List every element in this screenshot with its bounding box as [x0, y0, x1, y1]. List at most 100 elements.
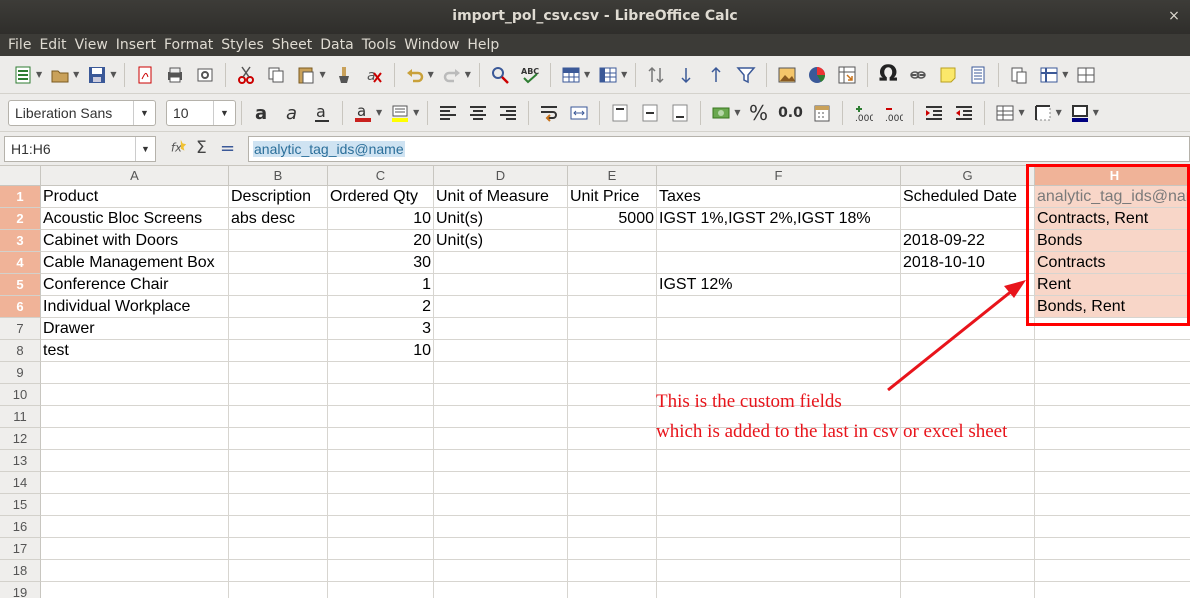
- redo-icon[interactable]: [439, 62, 465, 88]
- decrease-indent-icon[interactable]: [951, 100, 977, 126]
- formula-input[interactable]: analytic_tag_ids@name: [248, 136, 1190, 162]
- cell-a10[interactable]: [41, 384, 229, 406]
- column-header-e[interactable]: E: [568, 166, 657, 186]
- export-pdf-icon[interactable]: [132, 62, 158, 88]
- date-format-icon[interactable]: [809, 100, 835, 126]
- cell-g17[interactable]: [901, 538, 1035, 560]
- find-replace-icon[interactable]: [487, 62, 513, 88]
- cell-e6[interactable]: [568, 296, 657, 318]
- chevron-down-icon[interactable]: ▼: [376, 108, 382, 117]
- cell-f7[interactable]: [657, 318, 901, 340]
- row-header[interactable]: 2: [0, 208, 41, 230]
- cell-b2[interactable]: abs desc: [229, 208, 328, 230]
- cell-c3[interactable]: 20: [328, 230, 434, 252]
- cell-b12[interactable]: [229, 428, 328, 450]
- cell-b16[interactable]: [229, 516, 328, 538]
- cell-a1[interactable]: Product: [41, 186, 229, 208]
- cell-g14[interactable]: [901, 472, 1035, 494]
- cell-g13[interactable]: [901, 450, 1035, 472]
- cell-b15[interactable]: [229, 494, 328, 516]
- chevron-down-icon[interactable]: ▼: [413, 108, 419, 117]
- cell-f5[interactable]: IGST 12%: [657, 274, 901, 296]
- cell-d14[interactable]: [434, 472, 568, 494]
- formula-icon[interactable]: =: [220, 138, 235, 159]
- align-right-icon[interactable]: [495, 100, 521, 126]
- cell-c9[interactable]: [328, 362, 434, 384]
- cell-b18[interactable]: [229, 560, 328, 582]
- align-center-icon[interactable]: [465, 100, 491, 126]
- cell-c5[interactable]: 1: [328, 274, 434, 296]
- chevron-down-icon[interactable]: ▼: [110, 70, 116, 79]
- chevron-down-icon[interactable]: ▼: [73, 70, 79, 79]
- align-bottom-icon[interactable]: [667, 100, 693, 126]
- row-header[interactable]: 4: [0, 252, 41, 274]
- cell-g15[interactable]: [901, 494, 1035, 516]
- cell-b7[interactable]: [229, 318, 328, 340]
- cell-c1[interactable]: Ordered Qty: [328, 186, 434, 208]
- menu-insert[interactable]: Insert: [112, 34, 160, 56]
- cell-b17[interactable]: [229, 538, 328, 560]
- cell-h10[interactable]: [1035, 384, 1190, 406]
- chevron-down-icon[interactable]: ▼: [465, 70, 471, 79]
- cell-d15[interactable]: [434, 494, 568, 516]
- cell-f17[interactable]: [657, 538, 901, 560]
- menu-tools[interactable]: Tools: [358, 34, 401, 56]
- chevron-down-icon[interactable]: ▼: [1062, 70, 1068, 79]
- menu-format[interactable]: Format: [160, 34, 217, 56]
- autofilter-icon[interactable]: [733, 62, 759, 88]
- cell-d5[interactable]: [434, 274, 568, 296]
- row-header[interactable]: 3: [0, 230, 41, 252]
- cell-e19[interactable]: [568, 582, 657, 598]
- row-header[interactable]: 17: [0, 538, 41, 560]
- define-print-area-icon[interactable]: [1006, 62, 1032, 88]
- chevron-down-icon[interactable]: ▼: [36, 70, 42, 79]
- headers-footers-icon[interactable]: [965, 62, 991, 88]
- chevron-down-icon[interactable]: ▼: [1056, 108, 1062, 117]
- cell-e12[interactable]: [568, 428, 657, 450]
- split-window-icon[interactable]: [1073, 62, 1099, 88]
- cell-h18[interactable]: [1035, 560, 1190, 582]
- undo-icon[interactable]: [402, 62, 428, 88]
- cell-f18[interactable]: [657, 560, 901, 582]
- cell-b3[interactable]: [229, 230, 328, 252]
- column-header-b[interactable]: B: [229, 166, 328, 186]
- cell-h16[interactable]: [1035, 516, 1190, 538]
- row-header[interactable]: 13: [0, 450, 41, 472]
- cell-a9[interactable]: [41, 362, 229, 384]
- cell-f4[interactable]: [657, 252, 901, 274]
- cell-b19[interactable]: [229, 582, 328, 598]
- center-vertically-icon[interactable]: [637, 100, 663, 126]
- spelling-icon[interactable]: ABC: [517, 62, 543, 88]
- row-header[interactable]: 19: [0, 582, 41, 598]
- cell-e10[interactable]: [568, 384, 657, 406]
- name-box[interactable]: H1:H6 ▼: [4, 136, 156, 162]
- clone-formatting-icon[interactable]: [331, 62, 357, 88]
- menu-edit[interactable]: Edit: [35, 34, 70, 56]
- cell-c7[interactable]: 3: [328, 318, 434, 340]
- chevron-down-icon[interactable]: ▼: [213, 100, 235, 125]
- font-color-icon[interactable]: a: [350, 100, 376, 126]
- chevron-down-icon[interactable]: ▼: [133, 100, 155, 125]
- cell-g2[interactable]: [901, 208, 1035, 230]
- pivot-table-icon[interactable]: [834, 62, 860, 88]
- column-icon[interactable]: [595, 62, 621, 88]
- cell-d17[interactable]: [434, 538, 568, 560]
- cell-d4[interactable]: [434, 252, 568, 274]
- cell-a14[interactable]: [41, 472, 229, 494]
- cell-e7[interactable]: [568, 318, 657, 340]
- cell-f15[interactable]: [657, 494, 901, 516]
- add-decimal-place-icon[interactable]: .000: [850, 100, 876, 126]
- cell-a4[interactable]: Cable Management Box: [41, 252, 229, 274]
- cell-e18[interactable]: [568, 560, 657, 582]
- font-size-box[interactable]: 10 ▼: [166, 99, 236, 126]
- cell-h9[interactable]: [1035, 362, 1190, 384]
- chevron-down-icon[interactable]: ▼: [319, 70, 325, 79]
- column-header-c[interactable]: C: [328, 166, 434, 186]
- chevron-down-icon[interactable]: ▼: [621, 70, 627, 79]
- sort-descending-icon[interactable]: [673, 62, 699, 88]
- print-preview-icon[interactable]: [192, 62, 218, 88]
- insert-image-icon[interactable]: [774, 62, 800, 88]
- cell-b14[interactable]: [229, 472, 328, 494]
- cell-d2[interactable]: Unit(s): [434, 208, 568, 230]
- copy-icon[interactable]: [263, 62, 289, 88]
